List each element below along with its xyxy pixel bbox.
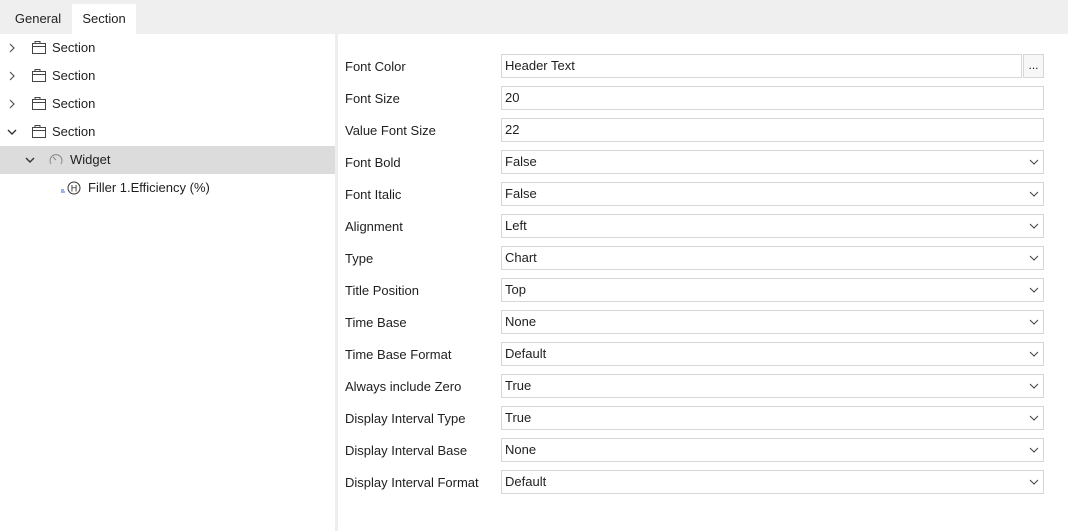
historian-tag-icon: H [61,181,81,195]
tree-item-label: Section [52,68,96,83]
select-value: Default [505,474,547,489]
time-base-select[interactable]: None [501,310,1044,334]
dropdown-arrow-icon[interactable] [1029,158,1039,166]
tab-section[interactable]: Section [72,4,136,34]
prop-label-type: Type [345,251,374,266]
title-position-select[interactable]: Top [501,278,1044,302]
display-interval-format-select[interactable]: Default [501,470,1044,494]
dropdown-arrow-icon[interactable] [1029,222,1039,230]
section-icon [32,41,46,54]
tree-item-section[interactable]: Section [0,90,335,118]
section-icon [32,125,46,138]
chevron-right-icon[interactable] [6,70,18,82]
prop-label-title-position: Title Position [345,283,419,298]
prop-label-always-include-zero: Always include Zero [345,379,462,394]
tree-item-label: Section [52,40,96,55]
time-base-format-select[interactable]: Default [501,342,1044,366]
dropdown-arrow-icon[interactable] [1029,190,1039,198]
chevron-right-icon[interactable] [6,42,18,54]
select-value: None [505,442,537,457]
select-value: Top [505,282,526,297]
font-color-field[interactable]: Header Text [501,54,1022,78]
prop-label-font-italic: Font Italic [345,187,402,202]
tree-item-section[interactable]: Section [0,62,335,90]
tab-bar: General Section [0,0,1068,34]
select-value: Default [505,346,547,361]
dropdown-arrow-icon[interactable] [1029,318,1039,326]
section-icon [32,69,46,82]
tree-item-tag[interactable]: H Filler 1.Efficiency (%) [0,174,335,202]
prop-label-font-size: Font Size [345,91,400,106]
dropdown-arrow-icon[interactable] [1029,254,1039,262]
tree-item-widget[interactable]: Widget [0,146,335,174]
prop-label-value-font-size: Value Font Size [345,123,436,138]
font-italic-select[interactable]: False [501,182,1044,206]
dropdown-arrow-icon[interactable] [1029,446,1039,454]
tree-panel: Section Section Section Section Widget H… [0,34,335,531]
value-font-size-field[interactable]: 22 [501,118,1044,142]
dropdown-arrow-icon[interactable] [1029,478,1039,486]
font-color-browse-button[interactable]: ... [1023,54,1044,78]
tree-item-section[interactable]: Section [0,118,335,146]
tree-item-label: Filler 1.Efficiency (%) [88,180,210,195]
prop-label-alignment: Alignment [345,219,403,234]
tree-item-label: Widget [70,152,111,167]
select-value: True [505,378,532,393]
section-icon [32,97,46,110]
prop-label-display-interval-format: Display Interval Format [345,475,479,490]
select-value: False [505,154,537,169]
prop-label-font-bold: Font Bold [345,155,401,170]
gauge-icon [49,154,63,165]
select-value: False [505,186,537,201]
chevron-down-icon[interactable] [24,154,36,166]
properties-panel: Font Color Header Text ... Font Size 20 … [338,34,1068,531]
prop-label-time-base: Time Base [345,315,407,330]
prop-label-display-interval-type: Display Interval Type [345,411,466,426]
type-select[interactable]: Chart [501,246,1044,270]
display-interval-type-select[interactable]: True [501,406,1044,430]
select-value: Chart [505,250,537,265]
select-value: True [505,410,532,425]
alignment-select[interactable]: Left [501,214,1044,238]
select-value: Left [505,218,527,233]
prop-label-display-interval-base: Display Interval Base [345,443,468,458]
svg-text:H: H [71,185,78,195]
tab-general[interactable]: General [4,4,72,34]
select-value: None [505,314,537,329]
prop-label-font-color: Font Color [345,59,406,74]
chevron-down-icon[interactable] [6,126,18,138]
tree-item-label: Section [52,96,96,111]
always-include-zero-select[interactable]: True [501,374,1044,398]
dropdown-arrow-icon[interactable] [1029,382,1039,390]
chevron-right-icon[interactable] [6,98,18,110]
dropdown-arrow-icon[interactable] [1029,286,1039,294]
font-bold-select[interactable]: False [501,150,1044,174]
display-interval-base-select[interactable]: None [501,438,1044,462]
tree-item-section[interactable]: Section [0,34,335,62]
dropdown-arrow-icon[interactable] [1029,414,1039,422]
dropdown-arrow-icon[interactable] [1029,350,1039,358]
tree-item-label: Section [52,124,96,139]
prop-label-time-base-format: Time Base Format [345,347,452,362]
font-size-field[interactable]: 20 [501,86,1044,110]
